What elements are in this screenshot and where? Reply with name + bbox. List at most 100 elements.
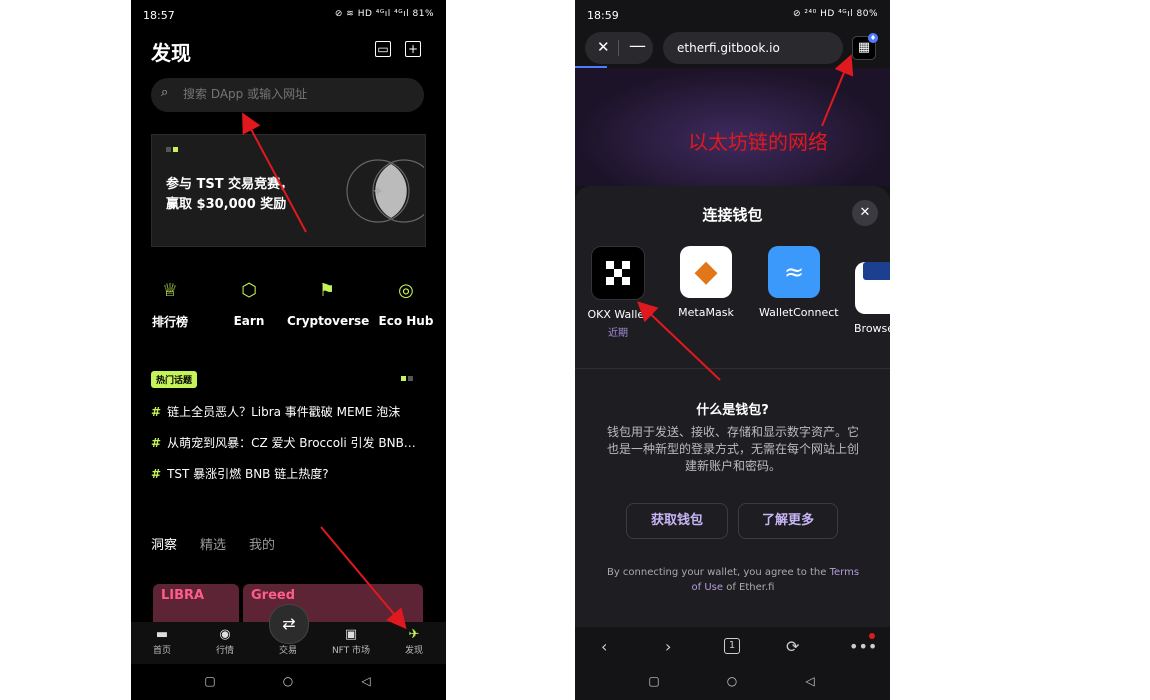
topic-item[interactable]: # TST 暴涨引燃 BNB 链上热度? xyxy=(151,465,416,482)
wallet-option-walletconnect[interactable]: ≈ WalletConnect xyxy=(759,246,839,320)
tabs-count-icon[interactable]: 1 xyxy=(724,638,740,654)
connect-wallet-sheet: 连接钱包 ✕ OKX Wallet 近期 ◆ MetaMask ≈ Wallet… xyxy=(575,186,890,627)
svg-text:✦: ✦ xyxy=(372,184,384,200)
wallet-option-browser[interactable]: Browser Wallet xyxy=(848,246,890,336)
back-icon[interactable]: ◁ xyxy=(359,674,373,688)
nav-label: 交易 xyxy=(278,646,297,656)
browser-wallet-icon xyxy=(855,262,890,314)
page-title: 发现 xyxy=(151,41,191,65)
banner-line2: 赢取 $30,000 奖励 xyxy=(166,197,287,212)
nft-icon: ▣ xyxy=(344,627,358,642)
close-icon[interactable]: ✕ xyxy=(597,38,610,56)
quick-label-eco-hub[interactable]: Eco Hub xyxy=(366,314,446,328)
home-icon[interactable]: ○ xyxy=(725,674,739,688)
ethereum-network-icon: ♦ xyxy=(868,33,878,43)
recent-apps-icon[interactable]: ▢ xyxy=(203,674,217,688)
nav-label: 行情 xyxy=(215,646,234,656)
topic-page-dot xyxy=(408,376,413,381)
nav-market[interactable]: ◉ 行情 xyxy=(202,627,248,656)
nav-label: NFT 市场 xyxy=(331,646,371,656)
wallet-name: OKX Wallet xyxy=(587,308,649,321)
divider xyxy=(618,40,619,56)
search-icon: ⌕ xyxy=(161,85,169,100)
nav-nft[interactable]: ▣ NFT 市场 xyxy=(328,627,374,656)
quick-label-cryptoverse[interactable]: Cryptoverse xyxy=(287,314,369,328)
minimize-icon[interactable]: — xyxy=(629,36,646,56)
trophy-icon[interactable]: ♕ xyxy=(157,279,183,303)
plus-square-icon[interactable]: + xyxy=(405,41,421,57)
trade-swap-button[interactable]: ⇄ xyxy=(269,604,309,644)
wallet-name: Browser Wallet xyxy=(854,322,890,335)
get-wallet-button[interactable]: 获取钱包 xyxy=(626,503,728,539)
calendar-icon[interactable]: ▭ xyxy=(375,41,391,57)
legal-suffix: of Ether.fi xyxy=(723,582,775,593)
wallet-option-okx[interactable]: OKX Wallet 近期 xyxy=(583,246,653,339)
tab-featured[interactable]: 精选 xyxy=(200,534,226,553)
banner-indicator-dot xyxy=(166,147,171,152)
sheet-title: 连接钱包 xyxy=(702,206,763,224)
url-bar[interactable]: etherfi.gitbook.io xyxy=(663,32,843,64)
wallet-name: WalletConnect xyxy=(759,306,839,319)
telescope-icon: ✈ xyxy=(408,627,420,642)
topic-text: TST 暴涨引燃 BNB 链上热度? xyxy=(167,467,329,481)
cryptoverse-icon[interactable]: ⚑ xyxy=(314,279,340,303)
nav-label: 发现 xyxy=(404,646,423,656)
topic-item[interactable]: # 链上全员恶人？Libra 事件戳破 MEME 泡沫 xyxy=(151,403,416,420)
wallet-option-metamask[interactable]: ◆ MetaMask xyxy=(671,246,741,320)
banner-artwork: ✦ xyxy=(346,159,424,223)
more-menu-icon[interactable]: ••• xyxy=(849,637,877,656)
topic-hash: # xyxy=(151,436,162,450)
what-is-wallet-title: 什么是钱包? xyxy=(696,403,769,418)
recent-apps-icon[interactable]: ▢ xyxy=(647,674,661,688)
browser-bottom-bar: ‹ › 1 ⟳ ••• xyxy=(575,627,890,667)
nav-home[interactable]: ▬ 首页 xyxy=(139,627,185,656)
tab-mine[interactable]: 我的 xyxy=(249,534,275,553)
tab-insight[interactable]: 洞察 xyxy=(151,534,177,553)
back-icon[interactable]: ◁ xyxy=(803,674,817,688)
quick-label-leaderboard[interactable]: 排行榜 xyxy=(131,313,210,330)
okx-logo-icon xyxy=(591,246,645,300)
close-sheet-button[interactable]: ✕ xyxy=(852,200,878,226)
market-icon: ◉ xyxy=(219,627,231,642)
earn-icon[interactable]: ⬡ xyxy=(236,279,262,303)
promo-banner[interactable]: 参与 TST 交易竞赛， 赢取 $30,000 奖励 ✦ xyxy=(151,134,426,247)
status-bar: 18:57 ⊘ ≋ HD ⁴ᴳıl ⁴ᴳıl 81% xyxy=(131,0,446,30)
learn-more-button[interactable]: 了解更多 xyxy=(738,503,838,539)
banner-line1: 参与 TST 交易竞赛， xyxy=(166,177,294,192)
what-is-wallet-desc: 钱包用于发送、接收、存储和显示数字资产。它也是一种新型的登录方式，无需在每个网站… xyxy=(606,425,859,473)
right-phone-screen: 18:59 ⊘ ²⁴⁰ HD ⁴ᴳıl 80% ✕ — etherfi.gitb… xyxy=(575,0,890,700)
card-title: LIBRA xyxy=(161,588,205,603)
system-nav-bar: ▢ ○ ◁ xyxy=(131,664,446,700)
notification-dot xyxy=(869,633,875,639)
search-bar[interactable]: ⌕ xyxy=(151,78,424,112)
forward-arrow-icon[interactable]: › xyxy=(665,637,671,656)
eco-hub-icon[interactable]: ◎ xyxy=(393,279,419,303)
topic-item[interactable]: # 从萌宠到风暴：CZ 爱犬 Broccoli 引发 BNB… xyxy=(151,434,416,451)
quick-label-earn[interactable]: Earn xyxy=(209,314,289,328)
url-text: etherfi.gitbook.io xyxy=(677,41,780,55)
nav-label: 首页 xyxy=(152,646,171,656)
status-icons: ⊘ ≋ HD ⁴ᴳıl ⁴ᴳıl 81% xyxy=(334,9,434,19)
search-input[interactable] xyxy=(181,86,415,102)
hot-topics-badge: 热门话题 xyxy=(151,371,198,388)
terms-notice: By connecting your wallet, you agree to … xyxy=(603,565,863,595)
walletconnect-icon: ≈ xyxy=(768,246,820,298)
nav-discover[interactable]: ✈ 发现 xyxy=(391,627,437,656)
status-bar: 18:59 ⊘ ²⁴⁰ HD ⁴ᴳıl 80% xyxy=(575,0,890,30)
divider xyxy=(575,368,890,369)
metamask-fox-icon: ◆ xyxy=(680,246,732,298)
wallet-name: MetaMask xyxy=(678,306,734,319)
topic-page-dot-active xyxy=(401,376,406,381)
topic-text: 链上全员恶人？Libra 事件戳破 MEME 泡沫 xyxy=(167,405,401,419)
home-icon[interactable]: ○ xyxy=(281,674,295,688)
annotation-text: 以太坊链的网络 xyxy=(688,130,828,154)
status-time: 18:59 xyxy=(587,9,619,22)
recent-tag: 近期 xyxy=(608,328,628,339)
back-arrow-icon[interactable]: ‹ xyxy=(601,637,607,656)
insight-card[interactable]: LIBRA xyxy=(153,584,239,624)
refresh-icon[interactable]: ⟳ xyxy=(786,637,799,656)
okx-logo-graphic xyxy=(606,261,630,285)
system-nav-bar: ▢ ○ ◁ xyxy=(575,664,890,700)
browser-controls: ✕ — xyxy=(585,32,653,64)
legal-prefix: By connecting your wallet, you agree to … xyxy=(606,567,830,578)
